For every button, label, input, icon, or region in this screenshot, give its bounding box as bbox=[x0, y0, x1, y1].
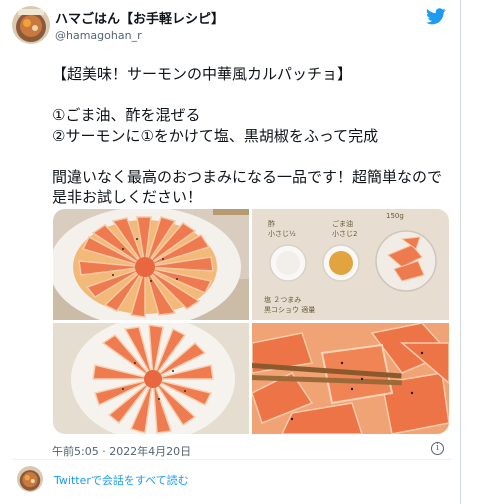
display-name[interactable]: ハマごはん【お手軽レシピ】 bbox=[55, 8, 224, 27]
photo-chopsticks[interactable] bbox=[252, 323, 449, 434]
label-seasoning: 塩 ２つまみ 黒コショウ 適量 bbox=[264, 296, 316, 314]
divider bbox=[12, 459, 452, 460]
tweet-card: ハマごはん【お手軽レシピ】 @hamagohan_r 【超美味！サーモンの中華風… bbox=[0, 0, 461, 504]
read-conversation-link[interactable]: Twitterで会話をすべて読む bbox=[54, 472, 189, 488]
label-weight: 150g bbox=[386, 212, 404, 220]
label-sesame-oil: ごま油 小さじ2 bbox=[332, 220, 358, 238]
avatar[interactable] bbox=[12, 6, 50, 44]
twitter-bird-icon[interactable] bbox=[426, 8, 446, 29]
tweet-text: 【超美味！サーモンの中華風カルパッチョ】 ①ごま油、酢を混ぜる ②サーモンに①を… bbox=[52, 65, 443, 206]
username[interactable]: @hamagohan_r bbox=[55, 29, 142, 42]
photo-carpaccio-1[interactable] bbox=[53, 209, 249, 320]
info-icon[interactable]: i bbox=[431, 442, 444, 455]
label-vinegar: 酢 小さじ½ bbox=[268, 220, 296, 238]
photo-grid: 酢 小さじ½ ごま油 小さじ2 150g 塩 ２つまみ 黒コショウ 適量 bbox=[53, 209, 449, 434]
avatar-small[interactable] bbox=[17, 466, 43, 492]
photo-carpaccio-2[interactable] bbox=[53, 323, 249, 434]
photo-ingredients[interactable]: 酢 小さじ½ ごま油 小さじ2 150g 塩 ２つまみ 黒コショウ 適量 bbox=[252, 209, 449, 320]
tweet-timestamp[interactable]: 午前5:05 · 2022年4月20日 bbox=[52, 443, 191, 459]
